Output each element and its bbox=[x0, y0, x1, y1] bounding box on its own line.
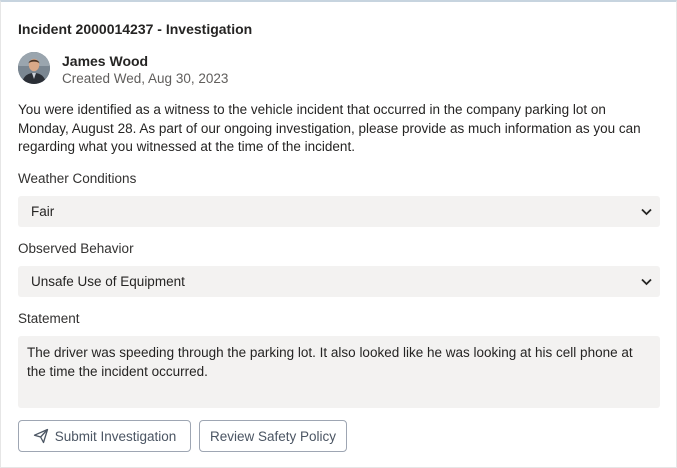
review-safety-policy-button[interactable]: Review Safety Policy bbox=[199, 420, 347, 452]
statement-textarea[interactable]: The driver was speeding through the park… bbox=[18, 336, 660, 408]
created-date: Created Wed, Aug 30, 2023 bbox=[62, 71, 229, 86]
submit-investigation-button[interactable]: Submit Investigation bbox=[18, 420, 191, 452]
submit-investigation-label: Submit Investigation bbox=[54, 428, 177, 444]
investigation-message: You were identified as a witness to the … bbox=[18, 102, 641, 154]
author-name: James Wood bbox=[62, 53, 149, 69]
avatar bbox=[18, 52, 50, 84]
behavior-label: Observed Behavior bbox=[18, 241, 134, 256]
weather-select[interactable]: Fair bbox=[18, 196, 660, 227]
review-safety-policy-label: Review Safety Policy bbox=[209, 428, 337, 444]
investigation-card: Incident 2000014237 - Investigation Jame… bbox=[0, 0, 677, 468]
card-title: Incident 2000014237 - Investigation bbox=[18, 21, 253, 37]
weather-label: Weather Conditions bbox=[18, 171, 137, 186]
weather-value: Fair bbox=[31, 204, 55, 219]
chevron-down-icon bbox=[640, 206, 652, 218]
behavior-select[interactable]: Unsafe Use of Equipment bbox=[18, 266, 660, 297]
send-icon bbox=[33, 428, 49, 444]
chevron-down-icon bbox=[640, 276, 652, 288]
statement-label: Statement bbox=[18, 311, 80, 326]
behavior-value: Unsafe Use of Equipment bbox=[31, 274, 185, 289]
